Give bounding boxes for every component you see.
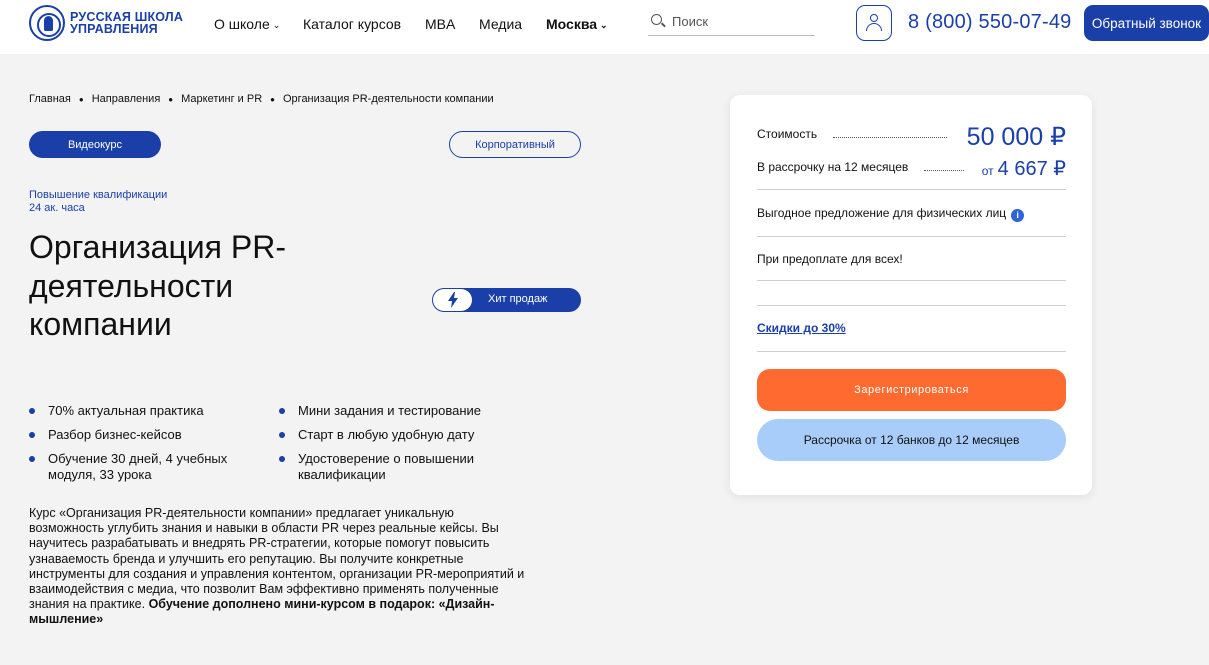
installment-row: В рассрочку на 12 месяцев от 4 667 ₽ bbox=[757, 158, 1066, 180]
divider bbox=[757, 280, 1066, 281]
chevron-down-icon: ⌄ bbox=[272, 20, 281, 30]
breadcrumb-marketing[interactable]: Маркетинг и PR bbox=[181, 93, 262, 105]
site-header: РУССКАЯ ШКОЛА УПРАВЛЕНИЯ О школе ⌄ Катало… bbox=[0, 0, 1209, 54]
page-title: Организация PR-деятельности компании bbox=[29, 229, 286, 342]
search-icon[interactable] bbox=[651, 14, 662, 25]
discount-link[interactable]: Скидки до 30% bbox=[757, 321, 846, 335]
offer-label: Выгодное предложение для физических лиц bbox=[757, 206, 1007, 220]
installment-prefix: от bbox=[981, 164, 994, 178]
badge-icon-wrap bbox=[433, 289, 472, 311]
nav-catalog-label: Каталог курсов bbox=[303, 16, 402, 32]
breadcrumb-separator: ● bbox=[78, 94, 84, 104]
breadcrumb-directions[interactable]: Направления bbox=[92, 93, 161, 105]
nav-mba[interactable]: MBA bbox=[425, 16, 455, 32]
account-button[interactable] bbox=[856, 5, 892, 41]
badge-label: Хит продаж bbox=[488, 293, 548, 305]
search-input[interactable] bbox=[672, 10, 812, 32]
list-item: Обучение 30 дней, 4 учебных модуля, 33 у… bbox=[29, 451, 259, 482]
installment-amount: 4 667 ₽ bbox=[997, 158, 1066, 180]
school-logo[interactable]: РУССКАЯ ШКОЛА УПРАВЛЕНИЯ bbox=[29, 5, 183, 41]
installment-button[interactable]: Рассрочка от 12 банков до 12 месяцев bbox=[757, 419, 1066, 461]
installment-label: В рассрочку на 12 месяцев bbox=[757, 160, 909, 174]
cost-value: 50 000 ₽ bbox=[966, 123, 1066, 151]
list-item: Разбор бизнес-кейсов bbox=[29, 427, 259, 443]
list-item: 70% актуальная практика bbox=[29, 403, 259, 419]
phone-number[interactable]: 8 (800) 550-07-49 bbox=[908, 11, 1072, 34]
course-hours: 24 ак. часа bbox=[29, 202, 85, 214]
course-description: Курс «Организация PR-деятельности компан… bbox=[29, 506, 529, 628]
nav-media[interactable]: Медиа bbox=[479, 16, 522, 32]
video-course-tag[interactable]: Видеокурс bbox=[29, 131, 161, 158]
dotted-leader bbox=[833, 137, 947, 138]
logo-line-2: УПРАВЛЕНИЯ bbox=[70, 22, 158, 36]
nav-about[interactable]: О школе ⌄ bbox=[214, 16, 280, 32]
user-icon bbox=[870, 14, 878, 22]
breadcrumb-separator: ● bbox=[270, 94, 275, 104]
bestseller-badge: Хит продаж bbox=[432, 288, 581, 312]
cost-label: Стоимость bbox=[757, 127, 818, 141]
breadcrumb-home[interactable]: Главная bbox=[29, 93, 71, 105]
prepay-label: При предоплате для всех! bbox=[757, 252, 903, 266]
price-card: Стоимость 50 000 ₽ В рассрочку на 12 мес… bbox=[730, 95, 1092, 495]
breadcrumb-current: Организация PR-деятельности компании bbox=[283, 93, 494, 105]
user-icon-body bbox=[866, 23, 882, 31]
city-label: Москва bbox=[546, 16, 598, 32]
list-item: Мини задания и тестирование bbox=[279, 403, 519, 419]
list-item: Старт в любую удобную дату bbox=[279, 427, 519, 443]
chevron-down-icon: ⌄ bbox=[600, 20, 608, 30]
course-meta: Повышение квалификации 24 ак. часа bbox=[29, 189, 167, 215]
cost-row: Стоимость 50 000 ₽ bbox=[757, 123, 1066, 151]
logo-text: РУССКАЯ ШКОЛА УПРАВЛЕНИЯ bbox=[70, 11, 183, 36]
description-text: Курс «Организация PR-деятельности компан… bbox=[29, 506, 525, 612]
divider bbox=[757, 305, 1066, 306]
breadcrumb-separator: ● bbox=[168, 94, 174, 104]
corporate-tag[interactable]: Корпоративный bbox=[449, 131, 581, 158]
list-item: Удостоверение о повышении квалификации bbox=[279, 451, 519, 482]
register-button[interactable]: Зарегистрироваться bbox=[757, 369, 1066, 411]
nav-mba-label: MBA bbox=[425, 16, 456, 32]
breadcrumb: Главная ● Направления ● Маркетинг и PR ●… bbox=[29, 93, 494, 105]
city-selector[interactable]: Москва ⌄ bbox=[546, 16, 608, 32]
divider bbox=[757, 236, 1066, 237]
nav-media-label: Медиа bbox=[479, 16, 523, 32]
offer-row: Выгодное предложение для физических лиц i bbox=[757, 206, 1025, 222]
divider bbox=[757, 189, 1066, 190]
lion-emblem-icon bbox=[29, 5, 65, 41]
nav-about-label: О школе bbox=[214, 16, 270, 32]
installment-value: от 4 667 ₽ bbox=[982, 156, 1066, 181]
search-bar bbox=[648, 9, 815, 36]
dotted-leader bbox=[924, 170, 964, 171]
info-icon[interactable]: i bbox=[1011, 209, 1025, 222]
divider bbox=[757, 351, 1066, 352]
callback-button[interactable]: Обратный звонок bbox=[1084, 5, 1209, 41]
lightning-icon bbox=[448, 292, 458, 308]
nav-catalog[interactable]: Каталог курсов bbox=[303, 16, 401, 32]
course-type: Повышение квалификации bbox=[29, 189, 168, 201]
